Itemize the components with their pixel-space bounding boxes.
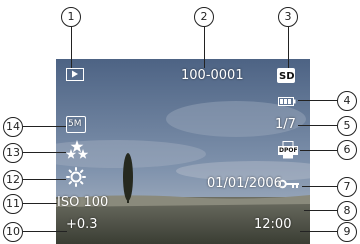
image-index: 1/7 bbox=[275, 117, 296, 132]
time-stamp: 12:00 bbox=[254, 217, 292, 232]
quality-stars-icon bbox=[65, 140, 89, 160]
play-mode-icon bbox=[66, 68, 84, 81]
sd-card-icon: SD bbox=[277, 68, 295, 83]
callout-1: 1 bbox=[61, 7, 81, 27]
callout-13: 13 bbox=[3, 143, 23, 163]
leader-line-10 bbox=[23, 231, 67, 232]
leader-line-3 bbox=[288, 27, 289, 68]
resolution-icon: 5M bbox=[66, 116, 86, 133]
callout-3: 3 bbox=[278, 7, 298, 27]
lcd-screen: 100-0001 SD 1/7 DPOF 01/01/2006 12:00 +0… bbox=[56, 59, 310, 244]
leader-line-4 bbox=[298, 100, 337, 101]
callout-5: 5 bbox=[337, 116, 357, 136]
dpof-label: DPOF bbox=[279, 147, 298, 154]
iso-value: ISO 100 bbox=[57, 195, 109, 210]
leader-line-8 bbox=[304, 210, 337, 211]
callout-8: 8 bbox=[337, 201, 357, 221]
leader-line-1 bbox=[71, 27, 72, 68]
leader-line-11 bbox=[23, 203, 57, 204]
sd-card-label: SD bbox=[279, 71, 295, 82]
callout-4: 4 bbox=[337, 91, 357, 111]
file-number: 100-0001 bbox=[181, 68, 244, 83]
sunny-white-balance-icon bbox=[66, 167, 86, 187]
callout-10: 10 bbox=[3, 222, 23, 242]
leader-line-6 bbox=[300, 150, 337, 151]
leader-line-7 bbox=[302, 186, 337, 187]
leader-line-13 bbox=[23, 152, 66, 153]
callout-9: 9 bbox=[337, 222, 357, 242]
callout-7: 7 bbox=[337, 177, 357, 197]
exposure-value: +0.3 bbox=[66, 217, 98, 232]
leader-line-12 bbox=[23, 179, 66, 180]
dpof-icon: DPOF bbox=[278, 141, 298, 159]
leader-line-2 bbox=[204, 27, 205, 68]
callout-14: 14 bbox=[3, 117, 23, 137]
leader-line-5 bbox=[298, 125, 337, 126]
callout-2: 2 bbox=[194, 7, 214, 27]
battery-icon bbox=[278, 96, 296, 106]
date-stamp: 01/01/2006 bbox=[207, 176, 282, 191]
leader-line-9 bbox=[300, 231, 337, 232]
leader-line-14 bbox=[23, 126, 66, 127]
callout-12: 12 bbox=[3, 170, 23, 190]
callout-6: 6 bbox=[337, 140, 357, 160]
callout-11: 11 bbox=[3, 194, 23, 214]
resolution-label: 5M bbox=[68, 119, 82, 129]
